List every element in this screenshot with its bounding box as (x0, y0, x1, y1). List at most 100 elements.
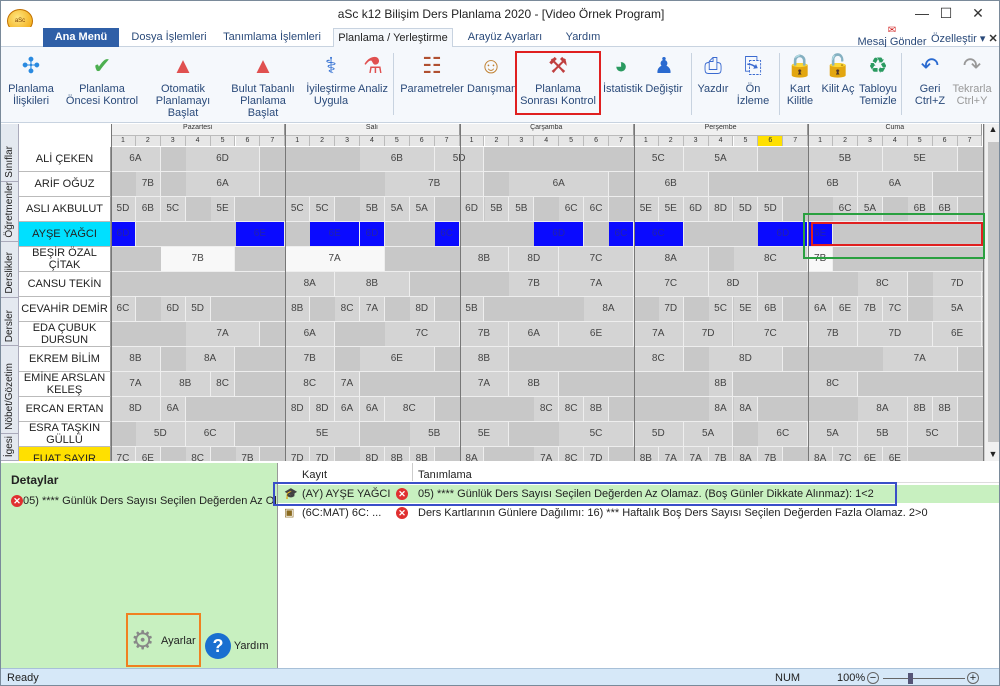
lesson-card[interactable]: 8C (808, 372, 858, 396)
teacher-name[interactable]: BEŞİR ÖZAL ÇİTAK (19, 247, 111, 272)
lesson-card[interactable]: 7A (111, 372, 161, 396)
lesson-card[interactable]: 7A (559, 272, 634, 296)
lesson-card[interactable]: 5B (509, 197, 535, 221)
lesson-card[interactable]: 7C (882, 297, 908, 321)
lesson-card[interactable]: 7A (882, 347, 958, 371)
lesson-card[interactable]: 8B (907, 397, 933, 421)
lesson-card[interactable]: 6D (185, 147, 261, 171)
side-tab-ogretmenler[interactable]: Öğretmenler (1, 182, 19, 242)
teacher-name[interactable]: AYŞE YAĞCI (19, 222, 111, 247)
lesson-card[interactable]: 8D (310, 397, 336, 421)
lesson-card[interactable]: 7D (584, 447, 609, 461)
zoom-in-icon[interactable]: + (967, 672, 979, 684)
lesson-card[interactable]: 5E (658, 197, 684, 221)
lesson-card[interactable]: 5A (808, 422, 858, 446)
lesson-card[interactable]: 5E (633, 197, 659, 221)
lesson-card[interactable]: 8D (708, 272, 759, 296)
lesson-card[interactable]: 8B (584, 397, 609, 421)
teacher-name[interactable]: ERCAN ERTAN (19, 397, 111, 422)
lesson-card[interactable]: 5C (559, 422, 634, 446)
lesson-card[interactable]: 7D (932, 272, 983, 296)
parametreler-button[interactable]: ☷ Parametreler (397, 49, 467, 119)
lesson-card[interactable]: 8C (185, 447, 211, 461)
geri-button[interactable]: ↶ Geri Ctrl+Z (907, 49, 953, 119)
lesson-card[interactable]: 5D (185, 297, 211, 321)
tab-arayuz-ayarlari[interactable]: Arayüz Ayarları (457, 28, 553, 47)
lesson-card[interactable]: 7B (758, 447, 784, 461)
lesson-card[interactable]: 8B (633, 447, 659, 461)
lesson-card[interactable]: 6E (858, 447, 883, 461)
lesson-card[interactable]: 5E (459, 422, 510, 446)
help-button[interactable]: ? Yardım (205, 633, 269, 659)
lesson-card[interactable]: 8B (932, 397, 958, 421)
lesson-card[interactable]: 6A (285, 322, 336, 346)
zoom-slider[interactable] (883, 678, 965, 679)
lesson-card[interactable]: 5C (633, 147, 684, 171)
lesson-card[interactable]: 6B (808, 172, 858, 196)
lesson-card[interactable]: 8B (459, 247, 510, 271)
tab-yardim[interactable]: Yardım (555, 28, 611, 47)
lesson-card[interactable]: 8B (111, 347, 161, 371)
teacher-name[interactable]: ARİF OĞUZ (19, 172, 111, 197)
lesson-card[interactable]: 5D (758, 197, 784, 221)
tab-ana-menu[interactable]: Ana Menü (43, 28, 119, 47)
lesson-card[interactable]: 8C (285, 372, 336, 396)
customize-menu[interactable]: Özelleştir ▾ ✕ (931, 32, 998, 45)
maximize-button[interactable]: ☐ (931, 5, 961, 23)
lesson-card[interactable]: 7C (833, 447, 858, 461)
lesson-card[interactable]: 5E (210, 197, 236, 221)
lesson-card[interactable]: 8A (633, 247, 709, 271)
lesson-card[interactable]: 6C (584, 197, 609, 221)
lesson-card[interactable]: 6A (360, 397, 385, 421)
lesson-card[interactable]: 5A (409, 197, 435, 221)
analiz-button[interactable]: ⚗ Analiz (357, 49, 389, 119)
lesson-card[interactable]: 6D (459, 197, 485, 221)
lesson-card[interactable]: 5B (360, 197, 385, 221)
lesson-card[interactable]: 6E (135, 447, 161, 461)
lesson-card[interactable]: 7B (135, 172, 161, 196)
lesson-card[interactable]: 5C (310, 197, 336, 221)
lesson-card[interactable]: 6C (609, 222, 634, 246)
col-kayit[interactable]: Kayıt (302, 469, 327, 481)
lesson-card[interactable]: 6C (434, 222, 460, 246)
col-tanimlama[interactable]: Tanımlama (418, 469, 472, 481)
lesson-card[interactable]: 8B (335, 272, 410, 296)
planlama-oncesi-kontrol-button[interactable]: ✔ Planlama Öncesi Kontrol (63, 49, 141, 119)
zoom-out-icon[interactable]: − (867, 672, 879, 684)
kilit-ac-button[interactable]: 🔓 Kilit Aç (821, 49, 855, 119)
lesson-card[interactable]: 5B (808, 147, 883, 171)
lesson-card[interactable]: 8D (509, 247, 560, 271)
lesson-card[interactable]: 6E (559, 322, 634, 346)
lesson-card[interactable]: 8D (285, 397, 311, 421)
lesson-card[interactable]: 7B (858, 297, 883, 321)
lesson-card[interactable]: 6C (185, 422, 236, 446)
lesson-card[interactable]: 6E (833, 297, 858, 321)
lesson-card[interactable]: 6C (559, 197, 585, 221)
planlama-iliskileri-button[interactable]: ✣ Planlama İlişkileri (3, 49, 59, 119)
lesson-card[interactable]: 6E (882, 447, 908, 461)
lesson-card[interactable]: 8B (509, 372, 560, 396)
lesson-card[interactable]: 7B (285, 347, 336, 371)
degistir-button[interactable]: ♟ Değiştir (641, 49, 687, 119)
lesson-card[interactable]: 8B (708, 372, 734, 396)
lesson-card[interactable]: 7B (160, 247, 236, 271)
list-item[interactable]: ▣ (6C:MAT) 6C: ... ✕ Ders Kartlarının Günle… (278, 504, 999, 522)
lesson-card[interactable]: 7D (285, 447, 311, 461)
tekrarla-button[interactable]: ↷ Tekrarla Ctrl+Y (949, 49, 995, 119)
lesson-card[interactable]: 6D (360, 222, 385, 246)
lesson-card[interactable]: 7D (310, 447, 336, 461)
tab-planlama-yerlestirme[interactable]: Planlama / Yerleştirme (333, 28, 453, 47)
lesson-card[interactable]: 8A (708, 397, 734, 421)
lesson-card[interactable]: 8A (858, 397, 908, 421)
side-tab-derslikler[interactable]: Derslikler (1, 242, 19, 298)
yazdir-button[interactable]: ⎙ Yazdır (693, 49, 733, 119)
lesson-card[interactable]: 6A (335, 397, 360, 421)
teacher-name[interactable]: ALİ ÇEKEN (19, 147, 111, 172)
lesson-card[interactable]: 7B (384, 172, 485, 196)
teacher-name[interactable]: EKREM BİLİM (19, 347, 111, 372)
lesson-card[interactable]: 6A (185, 172, 261, 196)
bulut-tabanli-planlama-baslat-button[interactable]: ▲ Bulut Tabanlı Planlama Başlat (225, 49, 301, 119)
lesson-card[interactable]: 5C (285, 197, 311, 221)
lesson-card[interactable]: 5C (160, 197, 186, 221)
lesson-card[interactable]: 8B (459, 347, 510, 371)
